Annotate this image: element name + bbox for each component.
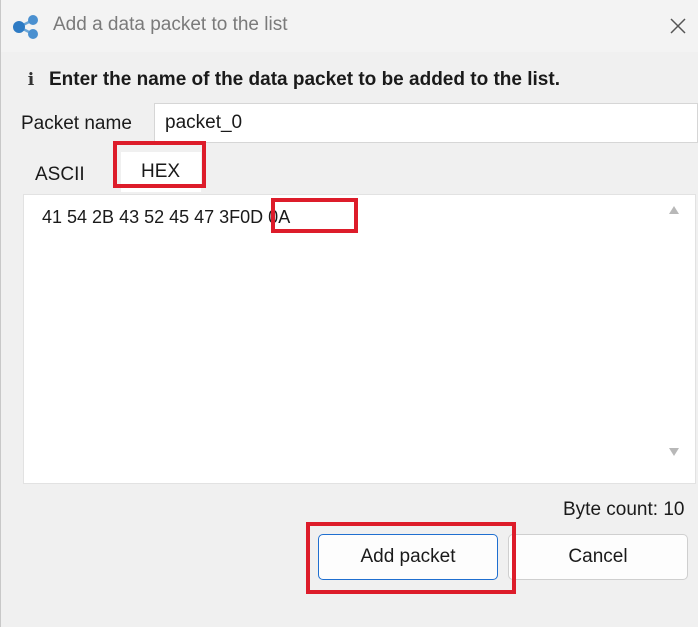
byte-count-label: Byte count: 10 bbox=[563, 499, 685, 520]
hex-bytes: 41 54 2B 43 52 45 47 3F bbox=[42, 207, 241, 227]
hex-bytes-highlighted: 0D 0A bbox=[240, 207, 291, 227]
hex-content: 41 54 2B 43 52 45 47 3F0D 0A bbox=[42, 207, 290, 228]
dialog-window: Add a data packet to the list i Enter th… bbox=[0, 0, 698, 627]
info-message: Enter the name of the data packet to be … bbox=[49, 69, 560, 90]
window-title: Add a data packet to the list bbox=[53, 14, 288, 35]
close-button[interactable] bbox=[664, 12, 692, 40]
format-tabbar: ASCII HEX bbox=[23, 150, 698, 194]
triangle-up-icon bbox=[669, 206, 679, 214]
network-nodes-icon bbox=[13, 15, 38, 39]
hex-editor[interactable]: 41 54 2B 43 52 45 47 3F0D 0A bbox=[23, 194, 696, 484]
info-message-row: i Enter the name of the data packet to b… bbox=[23, 66, 560, 94]
close-icon bbox=[670, 18, 686, 34]
tab-ascii[interactable]: ASCII bbox=[35, 150, 115, 194]
tab-hex[interactable]: HEX bbox=[121, 152, 201, 192]
triangle-down-icon bbox=[669, 448, 679, 456]
packet-name-label: Packet name bbox=[21, 113, 132, 134]
info-icon: i bbox=[27, 70, 35, 90]
title-bar: Add a data packet to the list bbox=[1, 0, 698, 52]
scroll-down-button[interactable] bbox=[667, 445, 681, 459]
add-packet-button[interactable]: Add packet bbox=[318, 534, 498, 580]
packet-name-input[interactable] bbox=[154, 103, 698, 143]
scroll-up-button[interactable] bbox=[667, 203, 681, 217]
cancel-button[interactable]: Cancel bbox=[508, 534, 688, 580]
